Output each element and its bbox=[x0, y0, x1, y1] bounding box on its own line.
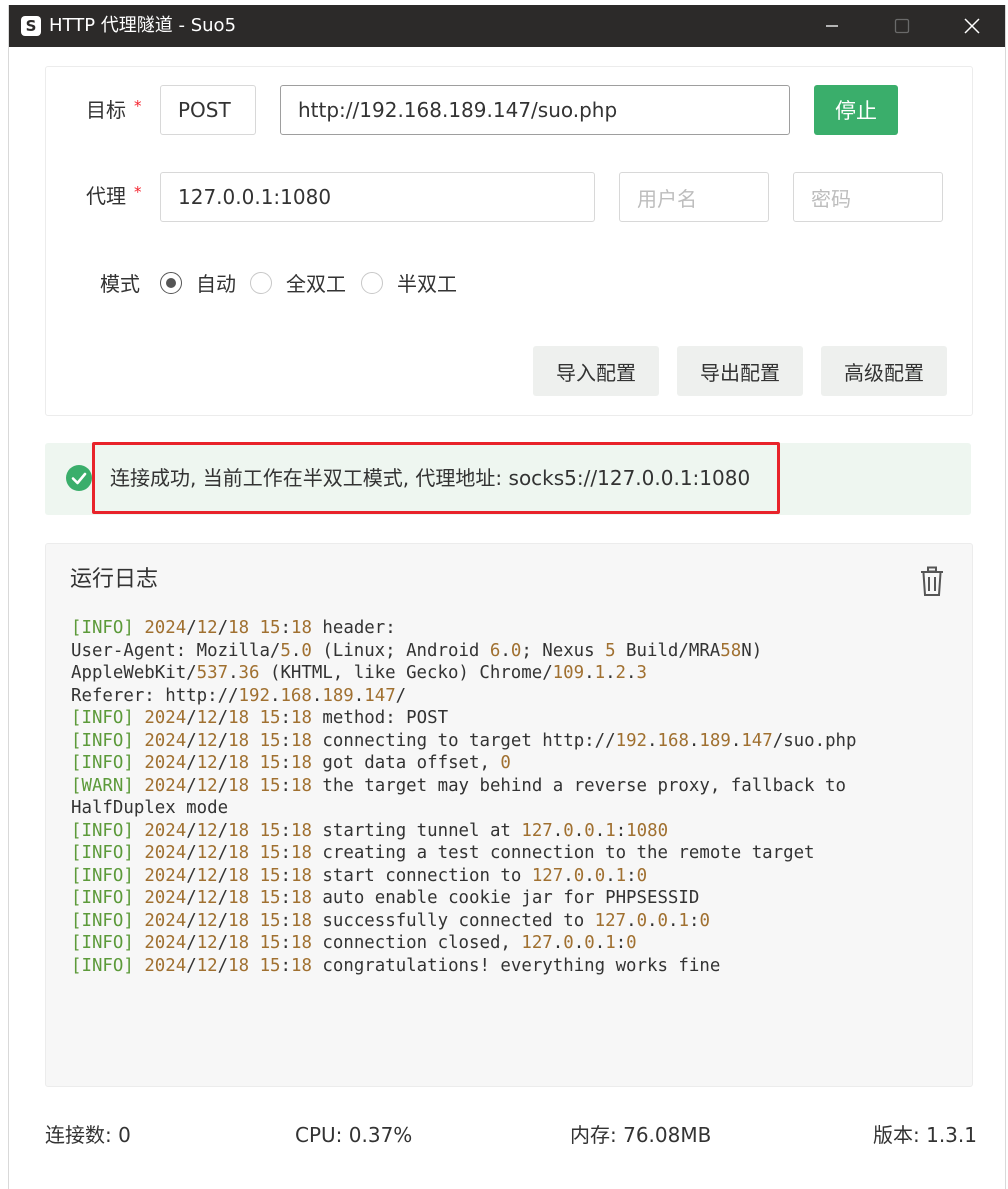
check-circle-icon bbox=[66, 465, 92, 491]
proxy-label: 代理 bbox=[86, 184, 126, 208]
log-title: 运行日志 bbox=[70, 567, 159, 592]
log-line: [INFO] 2024/12/18 15:18 starting tunnel … bbox=[71, 820, 669, 841]
log-line: AppleWebKit/537.36 (KHTML, like Gecko) C… bbox=[71, 663, 647, 683]
close-icon bbox=[964, 18, 980, 34]
log-line: Referer: http://192.168.189.147/ bbox=[71, 685, 407, 706]
import-config-button[interactable]: 导入配置 bbox=[533, 346, 659, 396]
required-mark: * bbox=[134, 183, 142, 201]
password-input[interactable]: 密码 bbox=[793, 172, 943, 222]
method-select[interactable]: POST bbox=[160, 85, 256, 135]
minimize-button[interactable] bbox=[802, 5, 862, 47]
radio-auto-label[interactable]: 自动 bbox=[196, 271, 236, 297]
maximize-button[interactable] bbox=[872, 5, 932, 47]
log-line: [INFO] 2024/12/18 15:18 creating a test … bbox=[71, 843, 815, 863]
proxy-address-input[interactable]: 127.0.0.1:1080 bbox=[160, 172, 595, 222]
radio-half-duplex[interactable] bbox=[361, 272, 383, 294]
mode-label: 模式 bbox=[100, 272, 140, 296]
title-bar[interactable]: S HTTP 代理隧道 - Suo5 bbox=[9, 5, 1005, 47]
status-banner: 连接成功, 当前工作在半双工模式, 代理地址: socks5://127.0.0… bbox=[45, 442, 971, 515]
version-label: 版本: 1.3.1 bbox=[873, 1123, 977, 1147]
log-line: [INFO] 2024/12/18 15:18 start connection… bbox=[71, 865, 648, 886]
log-line: [INFO] 2024/12/18 15:18 congratulations!… bbox=[71, 955, 721, 976]
log-line: [INFO] 2024/12/18 15:18 auto enable cook… bbox=[71, 888, 700, 908]
log-line: User-Agent: Mozilla/5.0 (Linux; Android … bbox=[71, 640, 763, 661]
log-panel: 运行日志 [INFO] 2024/12/18 15:18 header: User… bbox=[45, 543, 973, 1087]
export-config-button[interactable]: 导出配置 bbox=[677, 346, 803, 396]
radio-full-duplex-label[interactable]: 全双工 bbox=[286, 271, 346, 297]
window-title: HTTP 代理隧道 - Suo5 bbox=[49, 15, 237, 36]
target-label: 目标 bbox=[86, 98, 126, 122]
memory-usage: 内存: 76.08MB bbox=[570, 1123, 712, 1147]
close-button[interactable] bbox=[942, 5, 1002, 47]
log-line: [INFO] 2024/12/18 15:18 got data offset,… bbox=[71, 753, 511, 773]
app-logo-icon: S bbox=[21, 16, 41, 36]
stop-button[interactable]: 停止 bbox=[814, 85, 898, 135]
log-output: [INFO] 2024/12/18 15:18 header: User-Agen… bbox=[71, 617, 951, 977]
cpu-usage: CPU: 0.37% bbox=[295, 1123, 413, 1147]
target-url-input[interactable]: http://192.168.189.147/suo.php bbox=[280, 85, 790, 135]
log-line: [INFO] 2024/12/18 15:18 method: POST bbox=[71, 708, 449, 728]
log-line: [INFO] 2024/12/18 15:18 successfully con… bbox=[71, 910, 710, 931]
trash-icon[interactable] bbox=[918, 566, 946, 598]
connection-count: 连接数: 0 bbox=[45, 1123, 131, 1147]
log-line: [WARN] 2024/12/18 15:18 the target may b… bbox=[71, 775, 846, 796]
advanced-config-button[interactable]: 高级配置 bbox=[821, 346, 947, 396]
required-mark: * bbox=[134, 97, 142, 115]
radio-auto[interactable] bbox=[160, 272, 182, 294]
config-panel: 目标 * POST http://192.168.189.147/suo.php… bbox=[45, 66, 973, 416]
log-line: [INFO] 2024/12/18 15:18 header: bbox=[71, 618, 396, 638]
radio-full-duplex[interactable] bbox=[250, 272, 272, 294]
log-line: HalfDuplex mode bbox=[71, 798, 229, 818]
maximize-icon bbox=[894, 18, 910, 34]
log-line: [INFO] 2024/12/18 15:18 connection close… bbox=[71, 933, 637, 953]
minimize-icon bbox=[826, 25, 838, 27]
log-line: [INFO] 2024/12/18 15:18 connecting to ta… bbox=[71, 730, 857, 751]
username-input[interactable]: 用户名 bbox=[619, 172, 769, 222]
app-window: S HTTP 代理隧道 - Suo5 目标 * POST http://192.… bbox=[8, 5, 1006, 1189]
radio-half-duplex-label[interactable]: 半双工 bbox=[397, 271, 457, 297]
mode-radio-group: 自动 全双工 半双工 bbox=[160, 271, 480, 297]
status-message: 连接成功, 当前工作在半双工模式, 代理地址: socks5://127.0.0… bbox=[110, 466, 751, 490]
